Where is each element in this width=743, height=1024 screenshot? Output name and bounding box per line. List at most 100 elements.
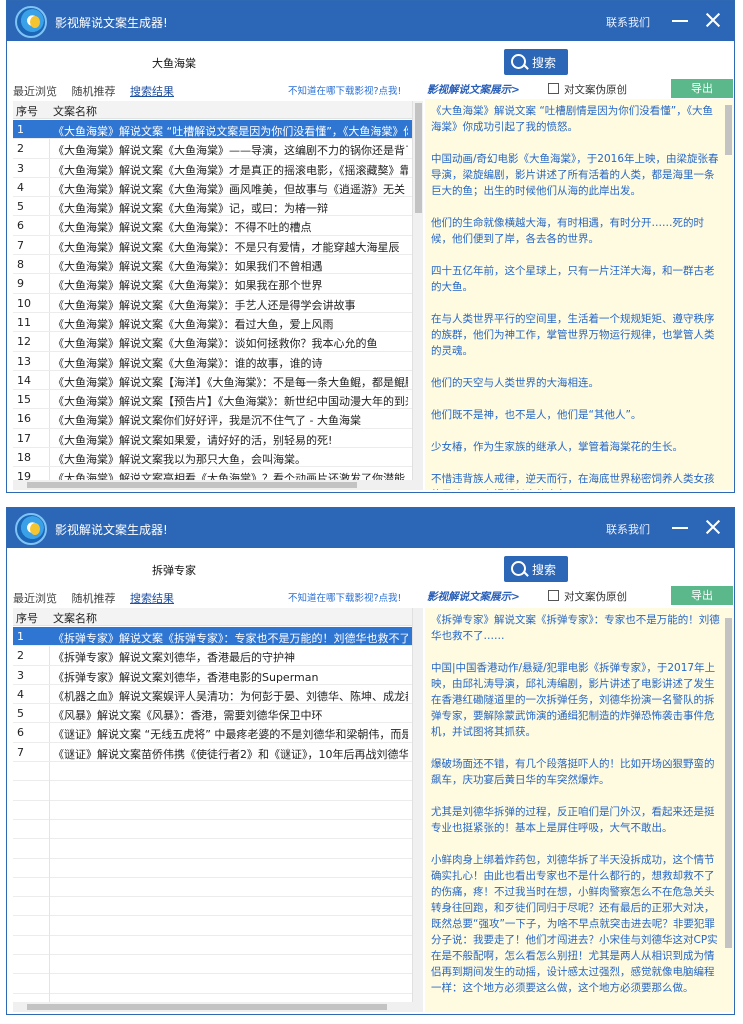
row-title: 《谜证》解说文案苗侨伟携《使徒行者2》和《谜证》，10年后再战刘德华	[53, 747, 408, 761]
row-title: 《拆弹专家》解说文案刘德华，香港电影的Superman	[53, 670, 319, 684]
table-hscroll-thumb[interactable]	[27, 1004, 387, 1010]
table-row[interactable]: 5 《风暴》解说文案《风暴》：香港，需要刘德华保卫中环	[13, 704, 423, 724]
table-row[interactable]: 9 《大鱼海棠》解说文案《大鱼海棠》：如果我在那个世界	[13, 274, 423, 294]
column-header-no[interactable]: 序号	[16, 103, 38, 119]
export-button[interactable]: 导出	[671, 586, 733, 605]
table-row[interactable]: 10 《大鱼海棠》解说文案《大鱼海棠》：手艺人还是得学会讲故事	[13, 294, 423, 313]
row-title: 《大鱼海棠》解说文案《大鱼海棠》：谁的故事，谁的诗	[53, 356, 323, 370]
column-header-name[interactable]: 文案名称	[53, 103, 97, 119]
table-row[interactable]: 15 《大鱼海棠》解说文案【预告片】《大鱼海棠》：新世纪中国动漫大年的到来	[13, 390, 423, 410]
table-vertical-scrollbar[interactable]	[412, 101, 423, 490]
contact-us-link[interactable]: 联系我们	[606, 521, 650, 537]
table-row[interactable]: 11 《大鱼海棠》解说文案《大鱼海棠》：看过大鱼，爱上风雨	[13, 313, 423, 333]
tab-random[interactable]: 随机推荐	[72, 83, 116, 99]
table-hscroll-thumb[interactable]	[27, 482, 357, 488]
table-row[interactable]: 8 《大鱼海棠》解说文案《大鱼海棠》：如果我们不曾相遇	[13, 255, 423, 275]
search-button-label: 搜索	[532, 56, 557, 70]
row-number: 3	[17, 161, 24, 175]
table-row[interactable]: 14 《大鱼海棠》解说文案【海洋】《大鱼海棠》：不是每一条大鱼鲲，都是鲲鹏	[13, 371, 423, 391]
row-title: 《拆弹专家》解说文案刘德华，香港最后的守护神	[53, 651, 295, 665]
table-horizontal-scrollbar[interactable]	[13, 480, 423, 490]
tab-recent[interactable]: 最近浏览	[13, 590, 57, 606]
preview-scroll-thumb[interactable]	[725, 618, 732, 948]
table-row[interactable]: 1 《拆弹专家》解说文案《拆弹专家》：专家也不是万能的！刘德华也救不了……	[13, 627, 423, 647]
row-title: 《大鱼海棠》解说文案《大鱼海棠》：谈如何拯救你？我本心允的鱼	[53, 337, 378, 351]
row-number: 4	[17, 687, 24, 701]
row-number: 7	[17, 745, 24, 759]
table-header: 序号 文案名称	[13, 608, 423, 626]
table-row[interactable]: 6 《大鱼海棠》解说文案《大鱼海棠》：不得不吐的槽点	[13, 216, 423, 236]
results-table: 序号 文案名称 1 《拆弹专家》解说文案《拆弹专家》：专家也不是万能的！刘德华也救…	[13, 608, 423, 1012]
empty-row	[13, 878, 423, 898]
table-row[interactable]: 18 《大鱼海棠》解说文案我以为那只大鱼，会叫海棠。	[13, 448, 423, 468]
table-row[interactable]: 6 《谜证》解说文案 “无线五虎将” 中最疼老婆的不是刘德华和梁朝伟，而是他	[13, 723, 423, 743]
preview-scroll-thumb[interactable]	[725, 105, 732, 155]
table-body: 1 《拆弹专家》解说文案《拆弹专家》：专家也不是万能的！刘德华也救不了…… 2 《拆弹…	[13, 627, 423, 1012]
row-number: 1	[17, 630, 24, 643]
empty-row	[13, 897, 423, 917]
column-header-no[interactable]: 序号	[16, 610, 38, 626]
table-row[interactable]: 5 《大鱼海棠》解说文案《大鱼海棠》记，或曰：为椿一辩	[13, 197, 423, 217]
preview-text: 《拆弹专家》解说文案《拆弹专家》：专家也不是万能的！刘德华也救不了…… 中国|中…	[431, 614, 720, 994]
tab-search-results[interactable]: 搜索结果	[130, 590, 174, 606]
preview-vertical-scrollbar[interactable]	[723, 608, 734, 1012]
tab-bar: 最近浏览 随机推荐 搜索结果	[13, 590, 185, 606]
empty-row	[13, 801, 423, 820]
empty-row	[13, 820, 423, 840]
search-button[interactable]: 搜索	[504, 556, 568, 582]
tab-bar: 最近浏览 随机推荐 搜索结果	[13, 83, 185, 99]
minimize-icon[interactable]	[670, 516, 690, 538]
table-row[interactable]: 7 《谜证》解说文案苗侨伟携《使徒行者2》和《谜证》，10年后再战刘德华	[13, 743, 423, 763]
row-number: 15	[17, 393, 31, 407]
table-row[interactable]: 7 《大鱼海棠》解说文案《大鱼海棠》：不是只有爱情，才能穿越大海星辰	[13, 236, 423, 256]
minimize-icon[interactable]	[670, 9, 690, 31]
empty-row	[13, 974, 423, 994]
table-row[interactable]: 3 《大鱼海棠》解说文案《大鱼海棠》才是真正的摇滚电影，《摇滚藏獒》靠边站	[13, 159, 423, 178]
row-number: 7	[17, 238, 24, 252]
app-window-2: 影视解说文案生成器! 联系我们 搜索 最近浏览 随机推荐 搜索结果 不知道在哪下…	[6, 507, 735, 1015]
tab-random[interactable]: 随机推荐	[72, 590, 116, 606]
preview-panel[interactable]: 《大鱼海棠》解说文案 “吐槽剧情是因为你们没看懂”，《大鱼海棠》你成功引起了我的…	[425, 99, 734, 490]
table-row[interactable]: 4 《机器之血》解说文案娱评人吴清功：为何彭于晏、刘德华、陈坤、成龙都演不好这部片	[13, 685, 423, 705]
close-icon[interactable]	[702, 8, 724, 32]
export-button[interactable]: 导出	[671, 79, 733, 98]
table-row[interactable]: 17 《大鱼海棠》解说文案如果爱，请好好的活，别轻易的死!	[13, 429, 423, 449]
row-title: 《大鱼海棠》解说文案《大鱼海棠》记，或曰：为椿一辩	[53, 202, 328, 216]
table-row[interactable]: 16 《大鱼海棠》解说文案你们好好评，我是沉不住气了 - 大鱼海棠	[13, 409, 423, 429]
row-title: 《大鱼海棠》解说文案《大鱼海棠》：如果我们不曾相遇	[53, 260, 323, 274]
row-number: 6	[17, 219, 24, 233]
table-row[interactable]: 2 《大鱼海棠》解说文案《大鱼海棠》——导演，这编剧不力的锅你还是背了吧	[13, 139, 423, 159]
table-scroll-thumb[interactable]	[415, 103, 422, 213]
search-input[interactable]	[148, 558, 500, 582]
close-icon[interactable]	[702, 515, 724, 539]
tab-recent[interactable]: 最近浏览	[13, 83, 57, 99]
preview-vertical-scrollbar[interactable]	[723, 99, 734, 490]
row-number: 12	[17, 335, 31, 349]
pseudo-original-checkbox[interactable]	[548, 83, 559, 94]
tab-search-results[interactable]: 搜索结果	[130, 83, 174, 99]
table-row[interactable]: 12 《大鱼海棠》解说文案《大鱼海棠》：谈如何拯救你？我本心允的鱼	[13, 332, 423, 352]
title-bar[interactable]: 影视解说文案生成器! 联系我们	[7, 508, 734, 548]
table-vertical-scrollbar[interactable]	[412, 608, 423, 1012]
row-title: 《大鱼海棠》解说文案《大鱼海棠》：看过大鱼，爱上风雨	[53, 317, 334, 331]
row-number: 1	[17, 123, 24, 136]
empty-row	[13, 955, 423, 975]
table-row[interactable]: 4 《大鱼海棠》解说文案《大鱼海棠》画风唯美，但故事与《逍遥游》无关	[13, 178, 423, 198]
table-row[interactable]: 13 《大鱼海棠》解说文案《大鱼海棠》：谁的故事，谁的诗	[13, 352, 423, 371]
search-button[interactable]: 搜索	[504, 49, 568, 75]
search-input[interactable]	[148, 51, 500, 75]
app-title: 影视解说文案生成器!	[55, 16, 168, 30]
table-row[interactable]: 3 《拆弹专家》解说文案刘德华，香港电影的Superman	[13, 666, 423, 685]
table-row[interactable]: 2 《拆弹专家》解说文案刘德华，香港最后的守护神	[13, 646, 423, 666]
contact-us-link[interactable]: 联系我们	[606, 14, 650, 30]
download-help-link[interactable]: 不知道在哪下载影视?点我!	[288, 83, 401, 97]
download-help-link[interactable]: 不知道在哪下载影视?点我!	[288, 590, 401, 604]
title-bar[interactable]: 影视解说文案生成器! 联系我们	[7, 1, 734, 41]
row-title: 《大鱼海棠》解说文案 “吐槽解说文案是因为你们没看懂”，《大鱼海棠》你成功引起了…	[53, 125, 408, 138]
table-row[interactable]: 1 《大鱼海棠》解说文案 “吐槽解说文案是因为你们没看懂”，《大鱼海棠》你成功引起…	[13, 120, 423, 140]
pseudo-original-checkbox[interactable]	[548, 590, 559, 601]
table-horizontal-scrollbar[interactable]	[13, 1002, 423, 1012]
preview-panel[interactable]: 《拆弹专家》解说文案《拆弹专家》：专家也不是万能的！刘德华也救不了…… 中国|中…	[425, 608, 734, 1012]
column-header-name[interactable]: 文案名称	[53, 610, 97, 626]
search-icon	[511, 561, 526, 576]
